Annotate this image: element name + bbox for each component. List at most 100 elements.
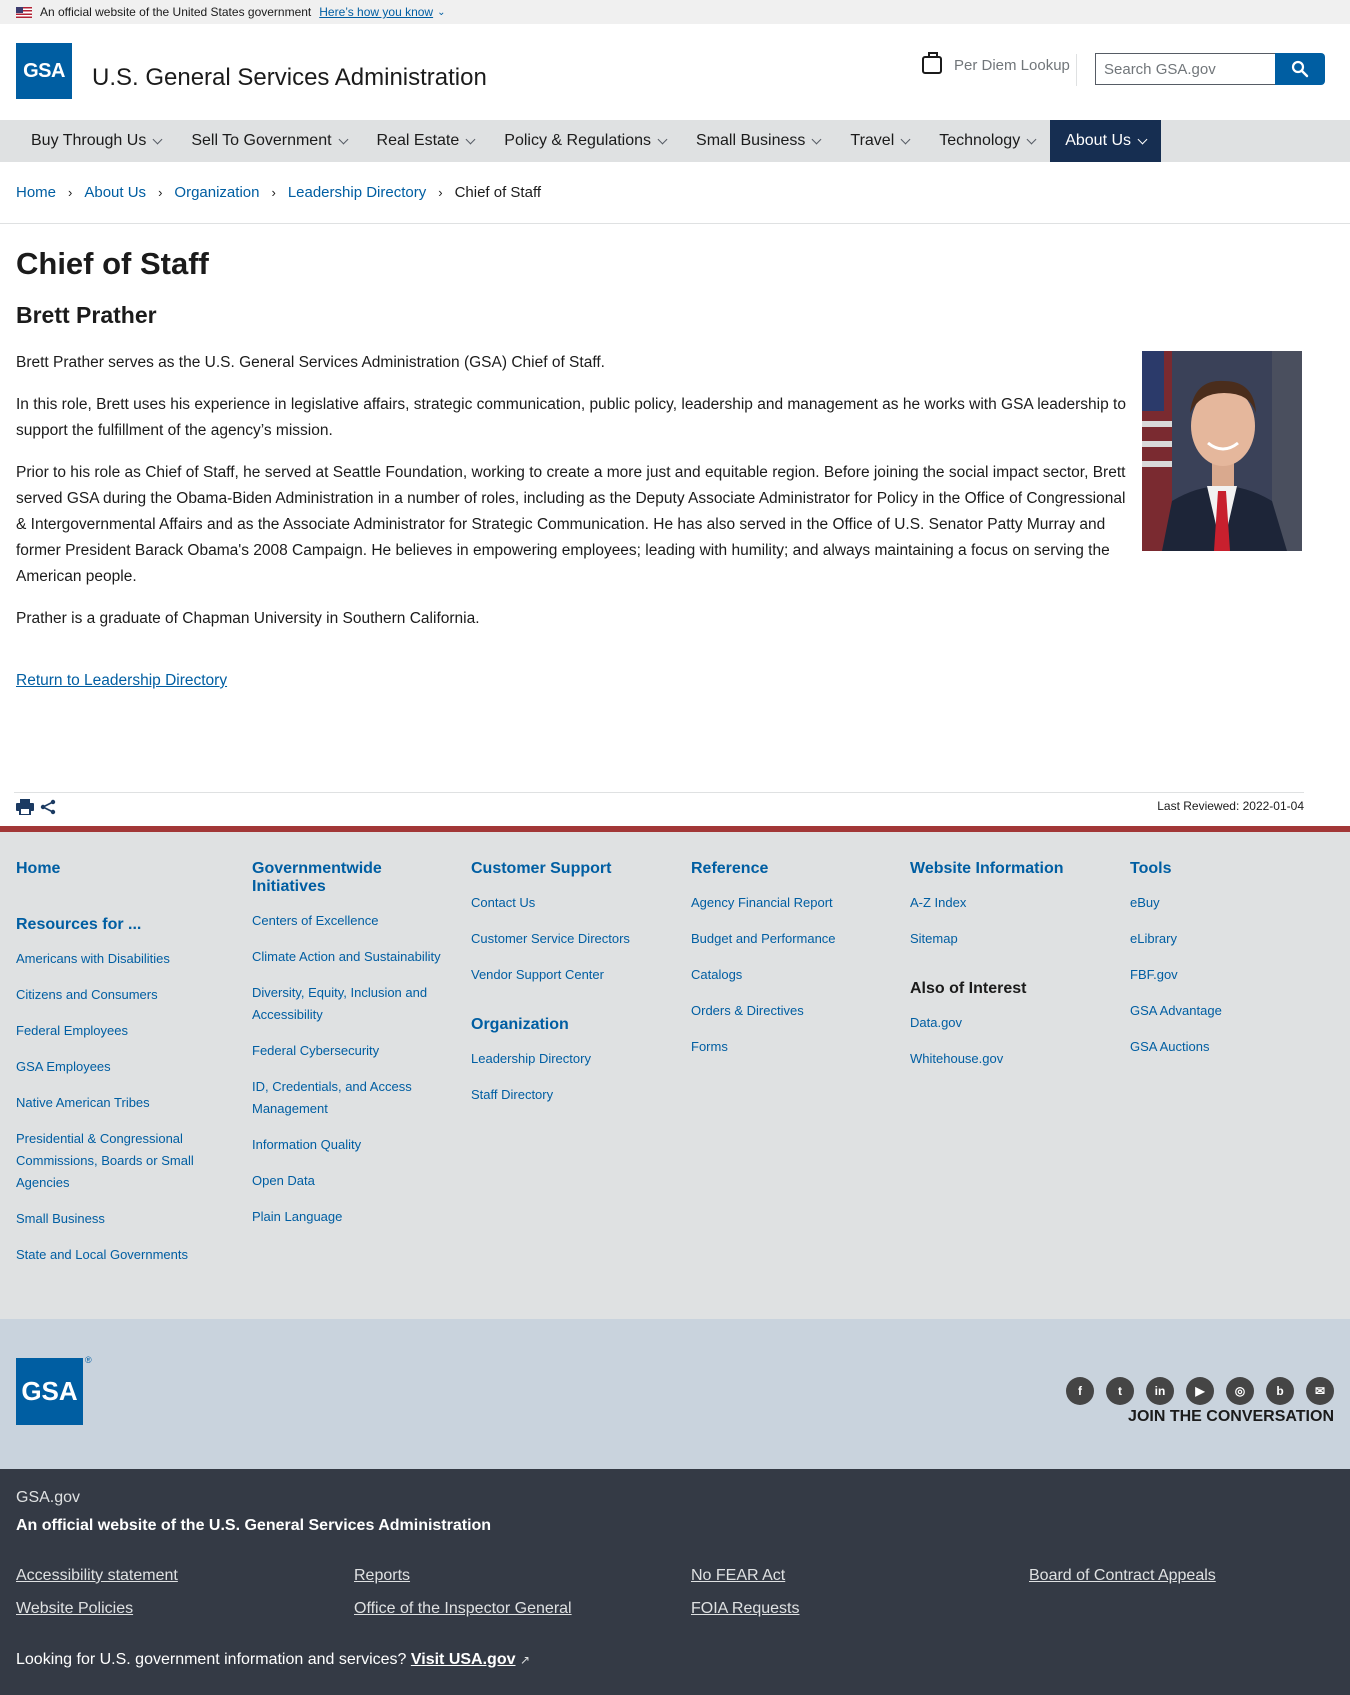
website-policies-link[interactable]: Website Policies [16,1600,133,1618]
footer-link[interactable]: Contact Us [471,892,671,914]
breadcrumb-home[interactable]: Home [16,184,56,201]
footer-link[interactable]: FBF.gov [1130,964,1320,986]
footer-link[interactable]: Forms [691,1036,891,1058]
nav-item-small-business[interactable]: Small Business [681,120,835,162]
search-input[interactable] [1095,53,1275,85]
bio-paragraph: In this role, Brett uses his experience … [16,396,1126,439]
footer-link[interactable]: eLibrary [1130,928,1320,950]
chevron-down-icon [811,134,822,144]
per-diem-label: Per Diem Lookup [954,56,1070,74]
footer-link[interactable]: GSA Employees [16,1056,216,1078]
blog-icon[interactable]: b [1266,1377,1294,1405]
footer-link[interactable]: Centers of Excellence [252,910,442,932]
breadcrumb: Home › About Us › Organization › Leaders… [0,162,1350,224]
bio-paragraph: Brett Prather serves as the U.S. General… [16,354,605,371]
footer-link[interactable]: Sitemap [910,928,1110,950]
footer-link[interactable]: Orders & Directives [691,1000,891,1022]
instagram-icon[interactable]: ◎ [1226,1377,1254,1405]
footer-col-tools: Tools eBuy eLibrary FBF.gov GSA Advantag… [1130,860,1320,1058]
print-icon[interactable] [16,799,34,820]
nav-label: Real Estate [376,132,460,149]
social-links: f t in ▶ ◎ b ✉ [1066,1377,1334,1405]
return-to-leadership-directory-link[interactable]: Return to Leadership Directory [16,672,227,690]
identifier-official: An official website of the U.S. General … [16,1517,492,1534]
inspector-general-link[interactable]: Office of the Inspector General [354,1600,572,1618]
nav-item-technology[interactable]: Technology [924,120,1050,162]
footer-col-website-info: Website Information A-Z Index Sitemap Al… [910,860,1110,1070]
footer-link[interactable]: Presidential & Congressional Commissions… [16,1128,216,1194]
accessibility-statement-link[interactable]: Accessibility statement [16,1567,178,1585]
footer-link[interactable]: Customer Service Directors [471,928,671,950]
no-fear-act-link[interactable]: No FEAR Act [691,1567,785,1585]
footer-link[interactable]: Catalogs [691,964,891,986]
chevron-right-icon: › [271,185,276,200]
footer-link[interactable]: Federal Employees [16,1020,216,1042]
gov-banner: An official website of the United States… [0,0,1350,24]
footer-link[interactable]: Staff Directory [471,1084,671,1106]
twitter-icon[interactable]: t [1106,1377,1134,1405]
footer-link[interactable]: Climate Action and Sustainability [252,946,442,968]
foia-requests-link[interactable]: FOIA Requests [691,1600,800,1618]
footer-link[interactable]: Diversity, Equity, Inclusion and Accessi… [252,982,442,1026]
footer-link[interactable]: Native American Tribes [16,1092,216,1114]
footer-link[interactable]: Leadership Directory [471,1048,671,1070]
chevron-down-icon [465,134,476,144]
nav-item-about-us[interactable]: About Us [1050,120,1162,162]
footer-col-initiatives: Governmentwide Initiatives Centers of Ex… [252,860,442,1228]
reports-link[interactable]: Reports [354,1567,410,1585]
footer-link[interactable]: Whitehouse.gov [910,1048,1110,1070]
footer-link[interactable]: Data.gov [910,1012,1110,1034]
footer-link[interactable]: Agency Financial Report [691,892,891,914]
reference-heading: Reference [691,860,769,877]
facebook-icon[interactable]: f [1066,1377,1094,1405]
email-icon[interactable]: ✉ [1306,1377,1334,1405]
footer-link[interactable]: ID, Credentials, and Access Management [252,1076,442,1120]
chevron-down-icon [1026,134,1037,144]
footer-link[interactable]: GSA Advantage [1130,1000,1320,1022]
breadcrumb-leadership-directory[interactable]: Leadership Directory [288,184,426,201]
footer-link[interactable]: Plain Language [252,1206,442,1228]
chevron-down-icon [900,134,911,144]
footer-gsa-logo[interactable]: GSA [16,1358,83,1425]
footer-link[interactable]: Americans with Disabilities [16,948,216,970]
chevron-down-icon[interactable]: ⌄ [437,7,445,18]
search-button[interactable] [1275,53,1325,85]
footer-link[interactable]: Budget and Performance [691,928,891,950]
search-form [1095,53,1325,85]
person-name: Brett Prather [16,302,157,328]
nav-item-real-estate[interactable]: Real Estate [362,120,490,162]
nav-label: Technology [939,132,1021,149]
search-icon [1291,60,1309,78]
main-nav: Buy Through Us Sell To Government Real E… [0,120,1350,162]
footer-link[interactable]: eBuy [1130,892,1320,914]
how-you-know-link[interactable]: Here’s how you know [319,5,433,19]
footer-link[interactable]: Federal Cybersecurity [252,1040,442,1062]
nav-item-travel[interactable]: Travel [835,120,924,162]
footer-home-link[interactable]: Home [16,860,60,877]
board-of-contract-appeals-link[interactable]: Board of Contract Appeals [1029,1567,1216,1585]
nav-item-policy-regulations[interactable]: Policy & Regulations [489,120,681,162]
nav-item-buy-through-us[interactable]: Buy Through Us [16,120,176,162]
youtube-icon[interactable]: ▶ [1186,1377,1214,1405]
nav-label: Sell To Government [191,132,332,149]
site-title[interactable]: U.S. General Services Administration [92,64,487,92]
footer-link[interactable]: Information Quality [252,1134,442,1156]
chevron-down-icon [657,134,668,144]
footer-link[interactable]: Vendor Support Center [471,964,671,986]
gsa-logo[interactable]: GSA [16,43,72,99]
linkedin-icon[interactable]: in [1146,1377,1174,1405]
chevron-right-icon: › [438,185,443,200]
nav-item-sell-to-government[interactable]: Sell To Government [176,120,361,162]
share-icon[interactable] [40,799,56,820]
footer-link[interactable]: A-Z Index [910,892,1110,914]
per-diem-link[interactable]: Per Diem Lookup [922,52,1070,74]
visit-usa-gov-link[interactable]: Visit USA.gov [411,1651,516,1668]
breadcrumb-about-us[interactable]: About Us [84,184,146,201]
footer-link[interactable]: GSA Auctions [1130,1036,1320,1058]
chevron-down-icon [338,134,348,144]
footer-link[interactable]: State and Local Governments [16,1244,216,1266]
breadcrumb-organization[interactable]: Organization [174,184,259,201]
footer-link[interactable]: Small Business [16,1208,216,1230]
footer-link[interactable]: Open Data [252,1170,442,1192]
footer-link[interactable]: Citizens and Consumers [16,984,216,1006]
